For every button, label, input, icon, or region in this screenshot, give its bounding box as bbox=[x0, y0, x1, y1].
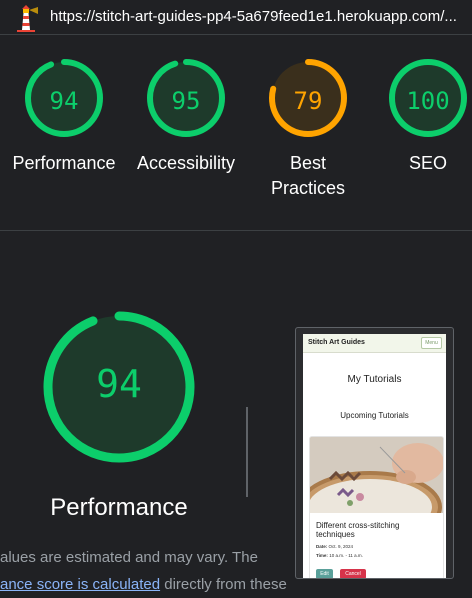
screenshot-brand: Stitch Art Guides bbox=[308, 339, 365, 346]
tutorial-image bbox=[310, 437, 443, 513]
lighthouse-icon bbox=[17, 5, 38, 32]
screenshot-subheading: Upcoming Tutorials bbox=[340, 411, 409, 420]
performance-score: 94 bbox=[96, 362, 142, 406]
gauge-accessibility[interactable]: 95 Accessibility bbox=[126, 58, 246, 176]
performance-title: Performance bbox=[50, 494, 188, 521]
gauge-score: 100 bbox=[406, 87, 450, 115]
performance-note: alues are estimated and may vary. The an… bbox=[0, 544, 290, 598]
date-label: Date: bbox=[316, 544, 328, 549]
screenshot-card-title: Different cross-stitching techniques bbox=[316, 521, 400, 539]
page-url[interactable]: https://stitch-art-guides-pp4-5a679feed1… bbox=[50, 8, 468, 25]
screenshot-navbar: Stitch Art Guides Menu bbox=[303, 334, 446, 353]
gauge-score: 79 bbox=[293, 87, 323, 115]
gauge-seo[interactable]: 100 SEO bbox=[368, 58, 472, 176]
gauge-score: 95 bbox=[171, 87, 201, 115]
screenshot-cancel-button: Cancel bbox=[340, 569, 366, 578]
screenshot-heading: My Tutorials bbox=[347, 374, 402, 385]
gauge-best-practices[interactable]: 79 Best Practices bbox=[248, 58, 368, 201]
url-bar: https://stitch-art-guides-pp4-5a679feed1… bbox=[0, 0, 472, 35]
gauge-label: SEO bbox=[408, 153, 447, 173]
embroidery-image bbox=[310, 437, 443, 513]
gauge-performance[interactable]: 94 Performance bbox=[4, 58, 124, 176]
gauge-score: 94 bbox=[49, 87, 79, 115]
screenshot-time: Time: 10 a.m. - 11 a.m. bbox=[316, 553, 363, 558]
screenshot-tutorial-card: Different cross-stitching techniques Dat… bbox=[309, 436, 444, 578]
time-value: 10 a.m. - 11 a.m. bbox=[329, 553, 363, 558]
screenshot-date: Date: Oct. 9, 2024 bbox=[316, 544, 353, 549]
gauge-label: Accessibility bbox=[136, 153, 236, 173]
divider bbox=[246, 407, 248, 497]
screenshot-page: Stitch Art Guides Menu My Tutorials Upco… bbox=[303, 334, 446, 578]
gauge-label: Performance bbox=[12, 153, 116, 173]
category-gauges: 94 Performance 95 Accessibility 79 Best … bbox=[0, 36, 472, 231]
time-label: Time: bbox=[316, 553, 328, 558]
date-value: Oct. 9, 2024 bbox=[328, 544, 354, 549]
page-screenshot[interactable]: Stitch Art Guides Menu My Tutorials Upco… bbox=[295, 327, 454, 579]
note-line-1: alues are estimated and may vary. The bbox=[0, 549, 258, 566]
performance-gauge-large: 94 bbox=[42, 310, 196, 464]
gauge-label: Best Practices bbox=[270, 153, 346, 198]
note-line-2: ance score is calculated directly from t… bbox=[0, 571, 290, 598]
screenshot-edit-button: Edit bbox=[316, 569, 333, 578]
screenshot-menu-button: Menu bbox=[421, 337, 442, 349]
